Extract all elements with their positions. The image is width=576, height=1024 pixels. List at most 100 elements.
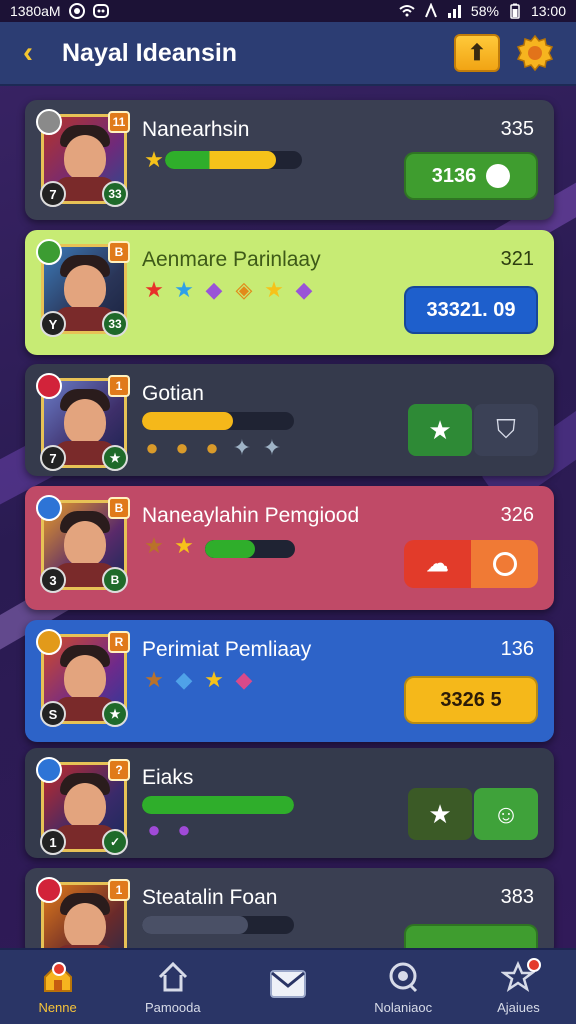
level-badge: B: [108, 241, 130, 263]
xp-progress-bar: [165, 151, 302, 169]
reward-icons: ★ ◆ ★ ◆: [142, 668, 256, 692]
status-bar: 1380aM 58% 13:00: [0, 0, 576, 22]
player-score: 321: [500, 248, 534, 270]
player-card[interactable]: R S ★ Perimiat Pemliaay 136 ★ ◆ ★ ◆ 3326 5: [25, 620, 554, 742]
action-toggle[interactable]: ☁: [404, 540, 538, 588]
tier-badge: Y: [40, 311, 66, 337]
favorite-button[interactable]: ★: [408, 788, 472, 840]
gold-star-icon: ★: [144, 147, 164, 172]
pink-gem-icon: ◆: [235, 667, 253, 692]
favorite-icon: ★: [428, 414, 452, 445]
power-badge: 33: [102, 311, 128, 337]
nav-label-ajaiues: Ajaiues: [497, 999, 540, 1015]
reward-icons: ● ● ● ✦ ✦: [140, 436, 284, 460]
xp-progress-bar: [142, 412, 294, 430]
rank-emblem-icon: [36, 373, 62, 399]
nav-mail[interactable]: [230, 950, 345, 1024]
player-avatar: B Y 33: [36, 239, 130, 337]
bronze-star-icon: ★: [144, 533, 164, 558]
claim-button-label: 33321. 09: [426, 298, 516, 321]
gold-star-icon: ★: [264, 277, 284, 302]
player-avatar: 11 7 33: [36, 109, 130, 207]
record-icon: [68, 3, 85, 19]
level-badge: B: [108, 497, 130, 519]
power-badge: ★: [102, 701, 128, 727]
power-badge: 33: [102, 181, 128, 207]
chat-icon: [384, 960, 422, 994]
player-avatar: B 3 B: [36, 495, 130, 593]
player-card[interactable]: 11 7 33 Nanearhsin 335 ★ 3136: [25, 100, 554, 220]
bronze-coin-icon: ●: [145, 435, 159, 460]
purple-orb-icon: ●: [177, 817, 191, 842]
player-score: 335: [500, 118, 534, 140]
back-button[interactable]: ‹: [0, 21, 56, 85]
player-name: Nanearhsin: [142, 118, 250, 141]
nav-nolaniaoc[interactable]: Nolaniaoc: [346, 950, 461, 1024]
level-badge: 11: [108, 111, 130, 133]
settings-button[interactable]: [514, 32, 556, 74]
happy-button[interactable]: ☺: [474, 788, 538, 840]
xp-progress-fill: [142, 796, 294, 814]
record-button[interactable]: [471, 540, 538, 588]
nav-pamooda[interactable]: Pamooda: [115, 950, 230, 1024]
player-card[interactable]: 1 Steatalin Foan 383: [25, 868, 554, 972]
tier-badge: 3: [40, 567, 66, 593]
gear-icon: [516, 34, 554, 72]
arrow-up-icon: ⬆: [467, 40, 487, 65]
gift-button[interactable]: ☁: [404, 540, 471, 588]
wifi-icon: [399, 5, 415, 17]
claim-button-label: 3136: [431, 164, 477, 187]
gold-star-icon: ★: [174, 533, 194, 558]
player-score: 383: [500, 886, 534, 908]
page-title: Nayal Ideansin: [62, 38, 238, 67]
power-badge: ★: [102, 445, 128, 471]
power-badge: ✓: [102, 829, 128, 855]
shield-gem-icon: ◈: [235, 277, 253, 302]
smile-icon: [486, 164, 511, 188]
boost-button[interactable]: ⬆: [454, 34, 500, 72]
player-name: Steatalin Foan: [142, 886, 278, 909]
xp-progress-fill: [142, 412, 234, 430]
claim-button[interactable]: 33321. 09: [404, 286, 538, 334]
player-card[interactable]: ? 1 ✓ Eiaks ● ● ★ ☺: [25, 748, 554, 858]
shield-button[interactable]: ⛉: [474, 404, 538, 456]
favorite-button[interactable]: ★: [408, 404, 472, 456]
level-badge: 1: [108, 879, 130, 901]
player-avatar: ? 1 ✓: [36, 757, 130, 855]
notification-dot: [52, 962, 66, 976]
player-name: Gotian: [142, 382, 204, 405]
back-arrow-icon: ‹: [23, 36, 33, 69]
silver-star-icon: ✦: [262, 435, 282, 460]
xp-progress-bar: [205, 540, 295, 558]
purple-gem-icon: ◆: [205, 277, 223, 302]
player-card[interactable]: B 3 B Naneaylahin Pemgiood 326 ★ ★ ☁: [25, 486, 554, 610]
avatar-face: [64, 399, 106, 445]
player-card[interactable]: 1 7 ★ Gotian ● ● ● ✦ ✦ ★ ⛉: [25, 364, 554, 476]
app-icon: [92, 4, 109, 18]
battery-percent: 58%: [470, 3, 499, 19]
power-badge: B: [102, 567, 128, 593]
player-name: Perimiat Pemliaay: [142, 638, 312, 661]
player-name: Eiaks: [142, 766, 194, 789]
nav-label-home: Nenne: [38, 999, 77, 1015]
purple-orb-icon: ●: [147, 817, 161, 842]
bronze-coin-icon: ●: [205, 435, 219, 460]
cloud-icon: ☁: [426, 551, 449, 576]
nav-home[interactable]: Nenne: [0, 950, 115, 1024]
xp-progress-fill: [205, 540, 255, 558]
rank-emblem-icon: [36, 629, 62, 655]
xp-progress-fill: [165, 151, 276, 169]
claim-button[interactable]: 3326 5: [404, 676, 538, 724]
reward-icons: ★ ★ ◆ ◈ ★ ◆: [142, 278, 316, 302]
xp-progress-bar: [142, 916, 294, 934]
player-avatar: 1 7 ★: [36, 373, 130, 471]
nav-ajaiues[interactable]: Ajaiues: [461, 950, 576, 1024]
claim-button[interactable]: 3136: [404, 152, 538, 200]
house-icon: [154, 960, 192, 994]
ring-icon: [492, 552, 517, 576]
status-left-text: 1380aM: [10, 3, 61, 19]
player-card[interactable]: B Y 33 Aenmare Parinlaay 321 ★ ★ ◆ ◈ ★ ◆ 33321. 09: [25, 230, 554, 355]
rank-emblem-icon: [36, 877, 62, 903]
bronze-star-icon: ★: [144, 667, 164, 692]
level-badge: R: [108, 631, 130, 653]
